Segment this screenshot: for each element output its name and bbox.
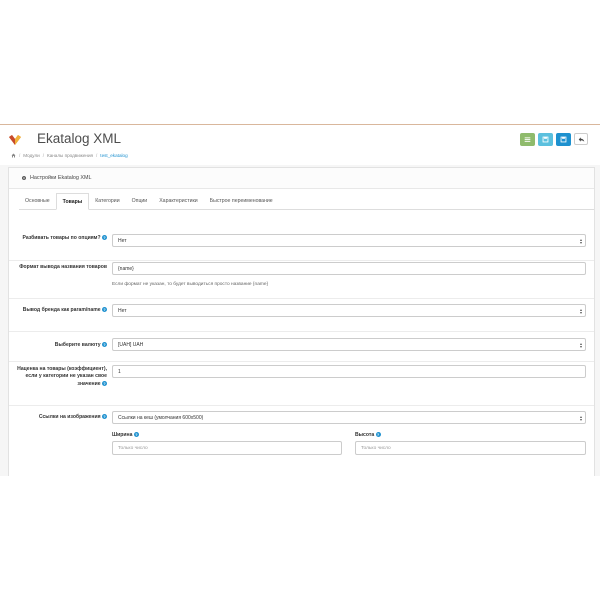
apply-button[interactable] [538,133,553,146]
select-arrows-icon: ▴ ▾ [579,307,582,315]
tab-general[interactable]: Основные [19,193,56,209]
height-input[interactable]: Только число [355,441,586,455]
markup-label: Наценка на товары (коэффициент), если у … [17,366,107,387]
name-format-hint: Если формат не указан, то будет выводить… [112,282,269,287]
brand-param-label: Вывод бренда как param/name ? [22,307,107,313]
form-row-name-format: Формат вывода названия товаров {name} Ес… [9,260,594,299]
split-options-label: Разбивать товары по опциям? ? [22,235,107,241]
help-icon[interactable]: ? [133,432,139,438]
help-icon[interactable]: ? [102,307,107,313]
form-row-brand-param: Вывод бренда как param/name ? Нет ▴ ▾ [9,298,594,332]
form-row-currency: Выберите валюту ? [UAH] UAH ▴ ▾ [9,331,594,362]
image-links-label: Ссылки на изображения ? [38,414,107,420]
home-icon[interactable] [11,153,16,158]
breadcrumb-item-current[interactable]: test_ekatalog [100,153,127,158]
opencart-logo-icon [9,135,21,145]
list-button[interactable] [520,133,535,146]
app-window: Ekatalog XML / Модули / Каналы продвижен… [0,124,600,476]
help-icon[interactable]: ? [102,342,107,348]
currency-label: Выберите валюту ? [54,342,107,348]
breadcrumb: / Модули / Каналы продвижения / test_eka… [11,153,128,158]
help-icon[interactable]: ? [375,432,381,438]
brand-param-select[interactable]: Нет ▴ ▾ [112,304,586,317]
breadcrumb-item-modules[interactable]: Модули [23,153,39,158]
save-icon [560,136,567,143]
breadcrumb-separator: / [42,153,45,158]
width-label: Ширина ? [112,432,139,438]
help-icon[interactable]: ? [102,235,107,241]
currency-select[interactable]: [UAH] UAH ▴ ▾ [112,338,586,351]
breadcrumb-separator: / [19,153,21,158]
name-format-label: Формат вывода названия товаров [19,264,107,270]
form-row-markup: Наценка на товары (коэффициент), если у … [9,361,594,406]
back-button[interactable] [574,133,588,145]
name-format-input[interactable]: {name} [112,262,586,275]
tab-attributes[interactable]: Характеристики [153,193,203,209]
split-options-select[interactable]: Нет ▴ ▾ [112,234,586,247]
toolbar-actions [520,133,588,146]
select-arrows-icon: ▴ ▾ [579,237,582,245]
page-header: Ekatalog XML / Модули / Каналы продвижен… [0,125,600,165]
save-icon [542,136,549,143]
width-input[interactable]: Только число [112,441,342,455]
settings-panel: Настройки Ekatalog XML Основные Товары К… [8,167,595,476]
form-row-image-links: Ссылки на изображения ? Ссылки на кеш (у… [9,405,594,475]
tab-options[interactable]: Опции [126,193,154,209]
panel-title: Настройки Ekatalog XML [30,175,92,181]
breadcrumb-separator: / [96,153,98,158]
gear-icon [22,176,26,180]
page-title: Ekatalog XML [37,131,122,146]
tab-quick-rename[interactable]: Быстрое переименование [204,193,279,209]
breadcrumb-item-channels[interactable]: Каналы продвижения [47,153,93,158]
markup-input[interactable]: 1 [112,365,586,378]
tab-products[interactable]: Товары [55,193,90,210]
help-icon[interactable]: ? [102,414,107,420]
height-label: Высота ? [355,432,381,438]
select-arrows-icon: ▴ ▾ [579,414,582,422]
select-arrows-icon: ▴ ▾ [579,341,582,349]
help-icon[interactable]: ? [102,380,107,386]
tab-categories[interactable]: Категории [89,193,125,209]
reply-arrow-icon [578,136,584,142]
tab-bar: Основные Товары Категории Опции Характер… [19,193,594,210]
image-links-select[interactable]: Ссылки на кеш (умолчания 600х500) ▴ ▾ [112,411,586,424]
list-icon [524,137,531,142]
save-button[interactable] [556,133,571,146]
panel-heading: Настройки Ekatalog XML [9,168,594,189]
form-row-split-options: Разбивать товары по опциям? ? Нет ▴ ▾ [9,226,594,261]
